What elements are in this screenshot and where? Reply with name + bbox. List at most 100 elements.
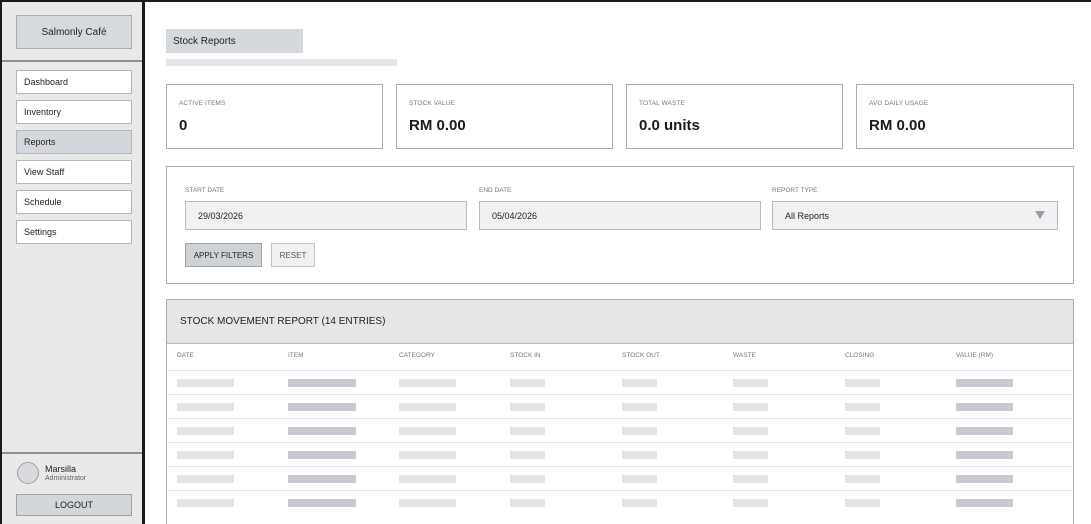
stat-card-stock-value: STOCK VALUE RM 0.00: [396, 84, 613, 149]
skeleton-cell: [288, 499, 356, 507]
table-row[interactable]: [167, 466, 1073, 490]
table-body: [167, 370, 1073, 514]
skeleton-cell: [733, 379, 768, 387]
table-row[interactable]: [167, 490, 1073, 514]
end-date-field[interactable]: 05/04/2026: [479, 201, 761, 230]
skeleton-cell: [733, 403, 768, 411]
column-header-stock-out[interactable]: STOCK OUT: [622, 352, 660, 359]
column-header-date[interactable]: DATE: [177, 352, 194, 359]
skeleton-cell: [510, 427, 545, 435]
skeleton-cell: [177, 427, 234, 435]
stat-card-avg-daily-usage: AVG DAILY USAGE RM 0.00: [856, 84, 1074, 149]
chevron-down-icon: [1035, 211, 1045, 219]
stat-label: STOCK VALUE: [409, 100, 456, 107]
column-header-item[interactable]: ITEM: [288, 352, 304, 359]
skeleton-cell: [845, 379, 880, 387]
skeleton-cell: [177, 499, 234, 507]
brand-logo[interactable]: Salmonly Café: [16, 15, 132, 49]
skeleton-cell: [510, 499, 545, 507]
stat-label: ACTIVE ITEMS: [179, 100, 226, 107]
stock-movement-report: STOCK MOVEMENT REPORT (14 ENTRIES) DATE …: [166, 299, 1074, 524]
stat-card-total-waste: TOTAL WASTE 0.0 units: [626, 84, 843, 149]
skeleton-cell: [399, 379, 456, 387]
sidebar-item-schedule[interactable]: Schedule: [16, 190, 132, 214]
skeleton-cell: [622, 427, 657, 435]
skeleton-cell: [510, 451, 545, 459]
skeleton-cell: [733, 475, 768, 483]
skeleton-cell: [845, 451, 880, 459]
avatar: [17, 462, 39, 484]
skeleton-cell: [177, 451, 234, 459]
table-header: DATE ITEM CATEGORY STOCK IN STOCK OUT WA…: [167, 344, 1073, 370]
end-date-label: END DATE: [479, 187, 512, 194]
start-date-field[interactable]: 29/03/2026: [185, 201, 467, 230]
skeleton-cell: [510, 403, 545, 411]
main-content: Stock Reports ACTIVE ITEMS 0 STOCK VALUE…: [148, 2, 1091, 524]
skeleton-cell: [510, 379, 545, 387]
skeleton-cell: [956, 451, 1013, 459]
column-header-value[interactable]: VALUE (RM): [956, 352, 993, 359]
skeleton-cell: [399, 499, 456, 507]
skeleton-cell: [288, 475, 356, 483]
skeleton-cell: [845, 475, 880, 483]
stat-value: RM 0.00: [409, 117, 466, 134]
skeleton-cell: [177, 475, 234, 483]
stat-value: RM 0.00: [869, 117, 926, 134]
report-title: STOCK MOVEMENT REPORT (14 ENTRIES): [167, 300, 1073, 344]
sidebar-user-divider: [2, 452, 142, 454]
skeleton-cell: [399, 403, 456, 411]
stat-value: 0.0 units: [639, 117, 700, 134]
skeleton-cell: [622, 475, 657, 483]
reset-button[interactable]: RESET: [271, 243, 315, 267]
skeleton-cell: [622, 451, 657, 459]
skeleton-cell: [288, 427, 356, 435]
stat-card-active-items: ACTIVE ITEMS 0: [166, 84, 383, 149]
skeleton-cell: [177, 379, 234, 387]
skeleton-cell: [733, 427, 768, 435]
skeleton-cell: [622, 403, 657, 411]
logout-button[interactable]: LOGOUT: [16, 494, 132, 516]
stat-label: AVG DAILY USAGE: [869, 100, 929, 107]
sidebar-item-view-staff[interactable]: View Staff: [16, 160, 132, 184]
skeleton-cell: [622, 379, 657, 387]
sidebar-nav: Dashboard Inventory Reports View Staff S…: [16, 70, 132, 250]
sidebar-item-reports[interactable]: Reports: [16, 130, 132, 154]
skeleton-cell: [733, 499, 768, 507]
skeleton-cell: [399, 475, 456, 483]
skeleton-cell: [956, 427, 1013, 435]
column-header-closing[interactable]: CLOSING: [845, 352, 874, 359]
sidebar-divider: [2, 60, 142, 62]
sidebar-item-settings[interactable]: Settings: [16, 220, 132, 244]
report-type-select[interactable]: All Reports: [772, 201, 1058, 230]
column-header-stock-in[interactable]: STOCK IN: [510, 352, 541, 359]
table-row[interactable]: [167, 442, 1073, 466]
column-header-category[interactable]: CATEGORY: [399, 352, 435, 359]
skeleton-cell: [622, 499, 657, 507]
table-row[interactable]: [167, 418, 1073, 442]
stat-label: TOTAL WASTE: [639, 100, 685, 107]
column-header-waste[interactable]: WASTE: [733, 352, 756, 359]
skeleton-cell: [845, 403, 880, 411]
skeleton-cell: [956, 379, 1013, 387]
skeleton-cell: [956, 499, 1013, 507]
report-type-value: All Reports: [785, 210, 830, 221]
sidebar-item-inventory[interactable]: Inventory: [16, 100, 132, 124]
skeleton-cell: [733, 451, 768, 459]
sidebar-item-dashboard[interactable]: Dashboard: [16, 70, 132, 94]
skeleton-cell: [956, 403, 1013, 411]
table-row[interactable]: [167, 394, 1073, 418]
user-name: Marsilla: [45, 464, 77, 474]
skeleton-cell: [510, 475, 545, 483]
table-row[interactable]: [167, 370, 1073, 394]
skeleton-cell: [399, 427, 456, 435]
title-underline: [166, 59, 397, 66]
apply-filters-button[interactable]: APPLY FILTERS: [185, 243, 262, 267]
skeleton-cell: [288, 403, 356, 411]
skeleton-cell: [956, 475, 1013, 483]
start-date-label: START DATE: [185, 187, 225, 194]
sidebar: Salmonly Café Dashboard Inventory Report…: [2, 2, 145, 524]
stat-value: 0: [179, 117, 188, 134]
skeleton-cell: [288, 451, 356, 459]
page-title: Stock Reports: [166, 29, 303, 53]
report-type-label: REPORT TYPE: [772, 187, 818, 194]
